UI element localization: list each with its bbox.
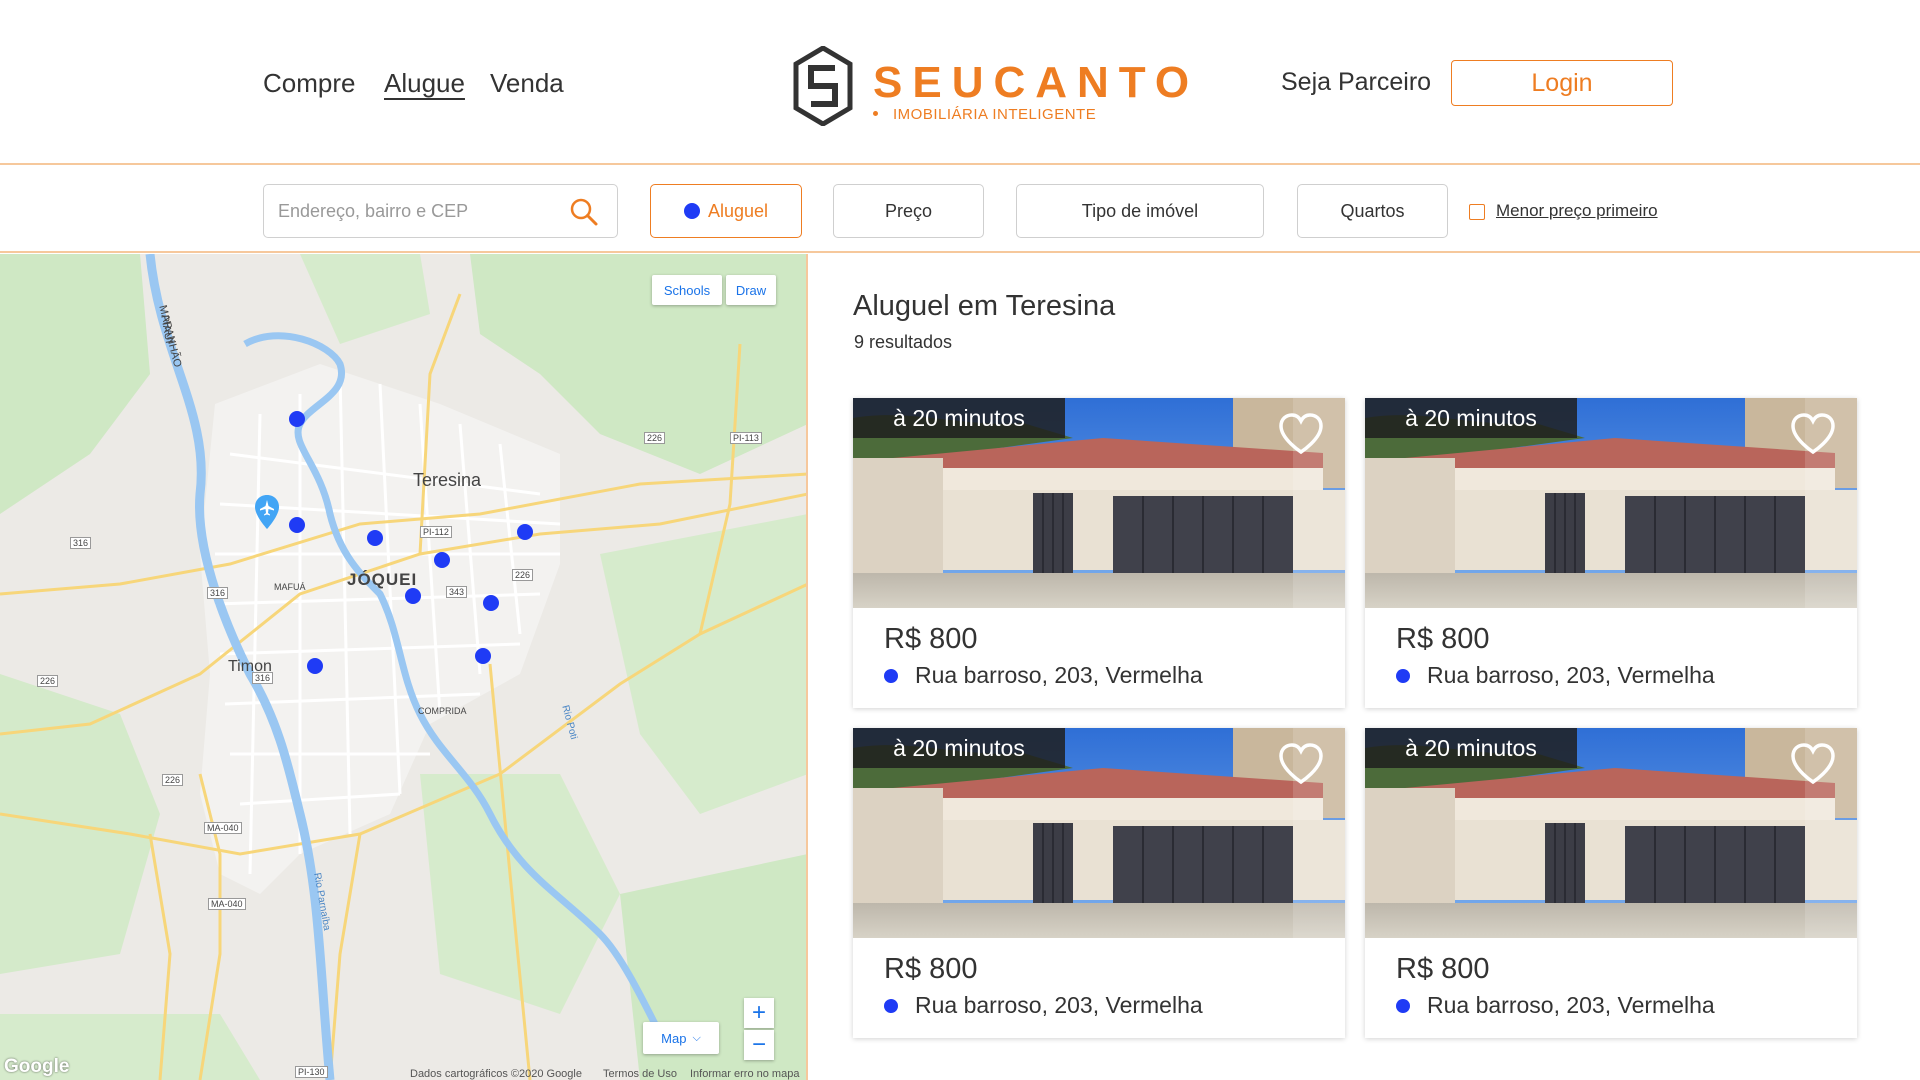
map-type-select[interactable]: Map ⌵ bbox=[643, 1022, 719, 1054]
mode-dot-icon bbox=[683, 203, 700, 219]
partner-link[interactable]: Seja Parceiro bbox=[1281, 68, 1431, 97]
listing-address: Rua barroso, 203, Vermelha bbox=[1427, 662, 1715, 688]
road-label: 226 bbox=[644, 432, 666, 444]
listing-card[interactable]: à 20 minutos R$ 800 Rua barroso, 203, Ve… bbox=[853, 728, 1345, 1038]
brand-logo[interactable]: SEUCANTO IMOBILIÁRIA INTELIGENTE bbox=[793, 46, 1189, 130]
road-label: 316 bbox=[207, 587, 229, 599]
mode-filter-label: Aluguel bbox=[707, 200, 769, 221]
travel-time-badge: à 20 minutos bbox=[1365, 728, 1577, 768]
map-report-link[interactable]: Informar erro no mapa bbox=[690, 1068, 799, 1080]
road-label: 343 bbox=[446, 586, 468, 598]
travel-time-badge: à 20 minutos bbox=[1365, 398, 1577, 438]
site-header: Compre Alugue Venda SEUCANTO IMOBILIÁRIA… bbox=[0, 0, 1920, 165]
search-input[interactable] bbox=[278, 195, 558, 227]
listing-price: R$ 800 bbox=[1396, 623, 1490, 655]
login-button[interactable]: Login bbox=[1451, 60, 1673, 106]
zoom-in-button[interactable]: + bbox=[744, 998, 774, 1028]
listing-price: R$ 800 bbox=[884, 623, 978, 655]
heart-icon[interactable] bbox=[1277, 412, 1325, 456]
chevron-down-icon: ⌵ bbox=[692, 1031, 701, 1044]
listing-address: Rua barroso, 203, Vermelha bbox=[1427, 992, 1715, 1018]
map-background bbox=[0, 254, 806, 1080]
listing-marker[interactable] bbox=[367, 530, 383, 546]
road-label: MA-040 bbox=[208, 898, 246, 910]
logo-mark-icon bbox=[793, 46, 853, 126]
price-filter-button[interactable]: Preço bbox=[833, 184, 984, 238]
road-label: MA-040 bbox=[204, 822, 242, 834]
google-logo: Google bbox=[4, 1056, 70, 1077]
road-label: 226 bbox=[512, 569, 534, 581]
travel-time-badge: à 20 minutos bbox=[853, 398, 1065, 438]
road-label: PI-113 bbox=[730, 432, 762, 444]
road-label: 316 bbox=[70, 537, 92, 549]
location-dot-icon bbox=[1396, 669, 1410, 683]
listing-marker[interactable] bbox=[289, 411, 305, 427]
map-attribution: Dados cartográficos ©2020 Google bbox=[410, 1068, 582, 1080]
listing-card[interactable]: à 20 minutos R$ 800 Rua barroso, 203, Ve… bbox=[1365, 728, 1857, 1038]
rooms-filter-button[interactable]: Quartos bbox=[1297, 184, 1448, 238]
listing-price: R$ 800 bbox=[884, 953, 978, 985]
place-joquei: JÓQUEI bbox=[347, 570, 418, 589]
listing-marker[interactable] bbox=[434, 552, 450, 568]
filter-bar: Aluguel Preço Tipo de imóvel Quartos Men… bbox=[0, 166, 1920, 253]
heart-icon[interactable] bbox=[1277, 742, 1325, 786]
road-label: PI-130 bbox=[295, 1066, 328, 1078]
search-box bbox=[263, 184, 618, 238]
location-dot-icon bbox=[884, 669, 898, 683]
brand-name: SEUCANTO bbox=[873, 58, 1200, 107]
search-icon[interactable] bbox=[569, 197, 599, 227]
sort-checkbox[interactable] bbox=[1469, 204, 1485, 220]
location-dot-icon bbox=[884, 999, 898, 1013]
listing-marker[interactable] bbox=[475, 648, 491, 664]
nav-venda[interactable]: Venda bbox=[490, 68, 564, 99]
listing-card[interactable]: à 20 minutos R$ 800 Rua barroso, 203, Ve… bbox=[853, 398, 1345, 708]
listing-price: R$ 800 bbox=[1396, 953, 1490, 985]
place-comprida: COMPRIDA bbox=[418, 706, 467, 716]
results-count: 9 resultados bbox=[854, 332, 953, 352]
road-label: 226 bbox=[162, 774, 184, 786]
listing-marker[interactable] bbox=[483, 595, 499, 611]
tagline-dot bbox=[873, 111, 878, 116]
schools-button[interactable]: Schools bbox=[652, 275, 722, 305]
draw-button[interactable]: Draw bbox=[726, 275, 776, 305]
map-type-label: Map bbox=[661, 1030, 687, 1046]
place-mafua: MAFUÁ bbox=[274, 582, 306, 592]
zoom-out-button[interactable]: − bbox=[744, 1030, 774, 1060]
road-label: 316 bbox=[252, 672, 274, 684]
airport-icon bbox=[255, 495, 279, 529]
listing-marker[interactable] bbox=[405, 588, 421, 604]
map-terms-link[interactable]: Termos de Uso bbox=[603, 1068, 677, 1080]
listing-address: Rua barroso, 203, Vermelha bbox=[915, 992, 1203, 1018]
sort-label[interactable]: Menor preço primeiro bbox=[1496, 201, 1658, 221]
heart-icon[interactable] bbox=[1789, 742, 1837, 786]
heart-icon[interactable] bbox=[1789, 412, 1837, 456]
map-panel[interactable]: Schools Draw Teresina JÓQUEI Timon MAFUÁ… bbox=[0, 254, 808, 1080]
listing-marker[interactable] bbox=[289, 517, 305, 533]
mode-filter-button[interactable]: Aluguel bbox=[650, 184, 802, 238]
listing-marker[interactable] bbox=[307, 658, 323, 674]
location-dot-icon bbox=[1396, 999, 1410, 1013]
listing-card[interactable]: à 20 minutos R$ 800 Rua barroso, 203, Ve… bbox=[1365, 398, 1857, 708]
place-teresina: Teresina bbox=[413, 470, 482, 490]
type-filter-button[interactable]: Tipo de imóvel bbox=[1016, 184, 1264, 238]
road-label: 226 bbox=[37, 675, 59, 687]
brand-tagline: IMOBILIÁRIA INTELIGENTE bbox=[893, 106, 1097, 123]
listing-marker[interactable] bbox=[517, 524, 533, 540]
listing-address: Rua barroso, 203, Vermelha bbox=[915, 662, 1203, 688]
travel-time-badge: à 20 minutos bbox=[853, 728, 1065, 768]
nav-alugue[interactable]: Alugue bbox=[384, 68, 465, 99]
results-title: Aluguel em Teresina bbox=[853, 290, 1116, 322]
road-label: PI-112 bbox=[420, 526, 452, 538]
nav-compre[interactable]: Compre bbox=[263, 68, 355, 99]
